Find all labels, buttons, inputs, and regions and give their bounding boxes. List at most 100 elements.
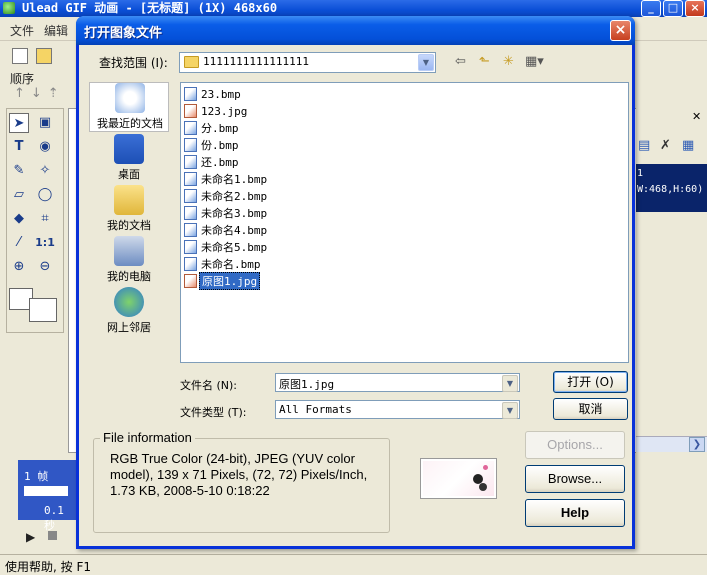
maximize-button[interactable]: □: [663, 0, 683, 17]
bmp-file-icon: [184, 223, 197, 237]
place-my-computer[interactable]: 我的电脑: [89, 236, 169, 286]
order-label: 顺序: [10, 72, 35, 86]
fill-tool-icon[interactable]: ◆: [9, 209, 29, 229]
properties-icon[interactable]: ▦: [682, 138, 694, 153]
brush-tool-icon[interactable]: ✎: [9, 161, 29, 181]
chevron-down-icon[interactable]: ▼: [502, 402, 518, 419]
file-item[interactable]: 分.bmp: [184, 120, 241, 136]
file-name: 123.jpg: [201, 104, 248, 118]
eyedropper-icon[interactable]: ⁄: [9, 233, 29, 253]
open-folder-icon[interactable]: [36, 48, 52, 64]
order-arrows-icon[interactable]: ↑↓⇡: [14, 86, 65, 101]
place-network[interactable]: 网上邻居: [89, 287, 169, 337]
actual-size-icon[interactable]: 1:1: [35, 233, 55, 253]
place-label: 网上邻居: [107, 321, 151, 334]
scroll-right-icon[interactable]: ❯: [689, 437, 705, 452]
dialog-close-button[interactable]: ×: [610, 20, 631, 41]
help-button[interactable]: Help: [525, 499, 625, 527]
minimize-button[interactable]: _: [641, 0, 661, 17]
file-item[interactable]: 未命名.bmp: [184, 256, 263, 272]
pointer-tool-icon[interactable]: ➤: [9, 113, 29, 133]
bmp-file-icon: [184, 87, 197, 101]
view-menu-icon[interactable]: ▦▾: [525, 54, 544, 69]
place-label: 我最近的文档: [97, 117, 163, 130]
options-button[interactable]: Options...: [525, 431, 625, 459]
file-item[interactable]: 未命名3.bmp: [184, 205, 269, 221]
panel-close-icon[interactable]: ✕: [692, 110, 701, 123]
place-recent[interactable]: 我最近的文档: [89, 82, 169, 132]
app-close-button[interactable]: ×: [685, 0, 705, 17]
file-item[interactable]: 还.bmp: [184, 154, 241, 170]
move-tool-icon[interactable]: ◉: [35, 137, 55, 157]
bmp-file-icon: [184, 206, 197, 220]
network-icon: [114, 287, 144, 317]
open-button[interactable]: 打开 (O): [553, 371, 628, 393]
file-name: 还.bmp: [201, 156, 239, 169]
folder-icon: [184, 56, 199, 68]
file-name-input[interactable]: 原图1.jpg ▼: [275, 373, 520, 392]
file-item[interactable]: 123.jpg: [184, 103, 249, 119]
chevron-down-icon[interactable]: ▼: [418, 54, 434, 71]
eraser-tool-icon[interactable]: ▱: [9, 185, 29, 205]
image-preview: [420, 458, 497, 499]
new-folder-icon[interactable]: ✳: [503, 54, 514, 69]
bmp-file-icon: [184, 172, 197, 186]
bmp-file-icon: [184, 189, 197, 203]
zoom-out-icon[interactable]: ⊖: [35, 257, 55, 277]
file-info-group: File information RGB True Color (24-bit)…: [93, 430, 390, 533]
file-item[interactable]: 未命名1.bmp: [184, 171, 269, 187]
file-item[interactable]: 未命名2.bmp: [184, 188, 269, 204]
text-tool-icon[interactable]: T: [9, 137, 29, 157]
file-name: 未命名.bmp: [201, 258, 261, 271]
lasso-tool-icon[interactable]: ◯: [35, 185, 55, 205]
menu-file[interactable]: 文件: [10, 22, 34, 39]
file-info-text: RGB True Color (24-bit), JPEG (YUV color…: [110, 451, 368, 498]
file-name: 未命名2.bmp: [201, 190, 268, 203]
cancel-button[interactable]: 取消: [553, 398, 628, 420]
file-name: 23.bmp: [201, 87, 241, 101]
open-image-dialog: 打开图象文件 × 查找范围 (I): 1111111111111111 ▼ ⇦ …: [76, 16, 635, 549]
select-rect-icon[interactable]: ▣: [35, 113, 55, 133]
horizontal-scrollbar[interactable]: ❯: [636, 436, 707, 452]
desktop-icon: [114, 134, 144, 164]
place-label: 桌面: [118, 168, 140, 181]
place-my-documents[interactable]: 我的文档: [89, 185, 169, 235]
file-name: 未命名3.bmp: [201, 207, 268, 220]
place-desktop[interactable]: 桌面: [89, 134, 169, 184]
menu-edit[interactable]: 编辑: [44, 22, 68, 39]
file-item[interactable]: 23.bmp: [184, 86, 243, 102]
status-text: 使用帮助, 按 F1: [5, 560, 91, 574]
look-in-dropdown[interactable]: 1111111111111111 ▼: [179, 52, 436, 73]
play-icon[interactable]: ▶: [26, 530, 35, 544]
panel-tools: ▤ ✗ ▦: [636, 138, 706, 158]
nav-toolbar: ⇦ ⬑ ✳ ▦▾: [455, 54, 555, 74]
new-file-icon[interactable]: [12, 48, 28, 64]
file-name-label: 文件名 (N):: [180, 379, 238, 392]
tool-panel: ➤ ▣ T ◉ ✎ ✧ ▱ ◯ ◆ ⌗ ⁄ 1:1 ⊕ ⊖: [6, 108, 64, 333]
file-name: 未命名5.bmp: [201, 241, 268, 254]
file-item[interactable]: 原图1.jpg: [184, 272, 261, 290]
up-folder-icon[interactable]: ⬑: [479, 54, 490, 69]
crop-tool-icon[interactable]: ⌗: [35, 209, 55, 229]
delete-frame-icon[interactable]: ✗: [660, 138, 671, 153]
chevron-down-icon[interactable]: ▼: [502, 375, 518, 392]
app-toolbar: [0, 41, 76, 69]
file-item[interactable]: 未命名5.bmp: [184, 239, 269, 255]
frame-thumbnail[interactable]: 1 帧 0.1 秒: [18, 460, 78, 532]
file-item[interactable]: 份.bmp: [184, 137, 241, 153]
bmp-file-icon: [184, 121, 197, 135]
magic-wand-icon[interactable]: ✧: [35, 161, 55, 181]
zoom-in-icon[interactable]: ⊕: [9, 257, 29, 277]
file-list[interactable]: 23.bmp 123.jpg 分.bmp 份.bmp 还.bmp 未命名1.bmp 未命名2…: [180, 82, 629, 363]
bmp-file-icon: [184, 257, 197, 271]
back-icon[interactable]: ⇦: [455, 54, 466, 69]
places-bar: 我最近的文档 桌面 我的文档 我的电脑 网上邻居: [89, 82, 169, 342]
bmp-file-icon: [184, 155, 197, 169]
copy-frame-icon[interactable]: ▤: [638, 138, 650, 153]
browse-button[interactable]: Browse...: [525, 465, 625, 493]
file-type-select[interactable]: All Formats ▼: [275, 400, 520, 419]
background-color-swatch[interactable]: [29, 298, 57, 322]
file-item[interactable]: 未命名4.bmp: [184, 222, 269, 238]
file-type-label: 文件类型 (T):: [180, 406, 247, 419]
stop-icon[interactable]: [48, 531, 57, 540]
